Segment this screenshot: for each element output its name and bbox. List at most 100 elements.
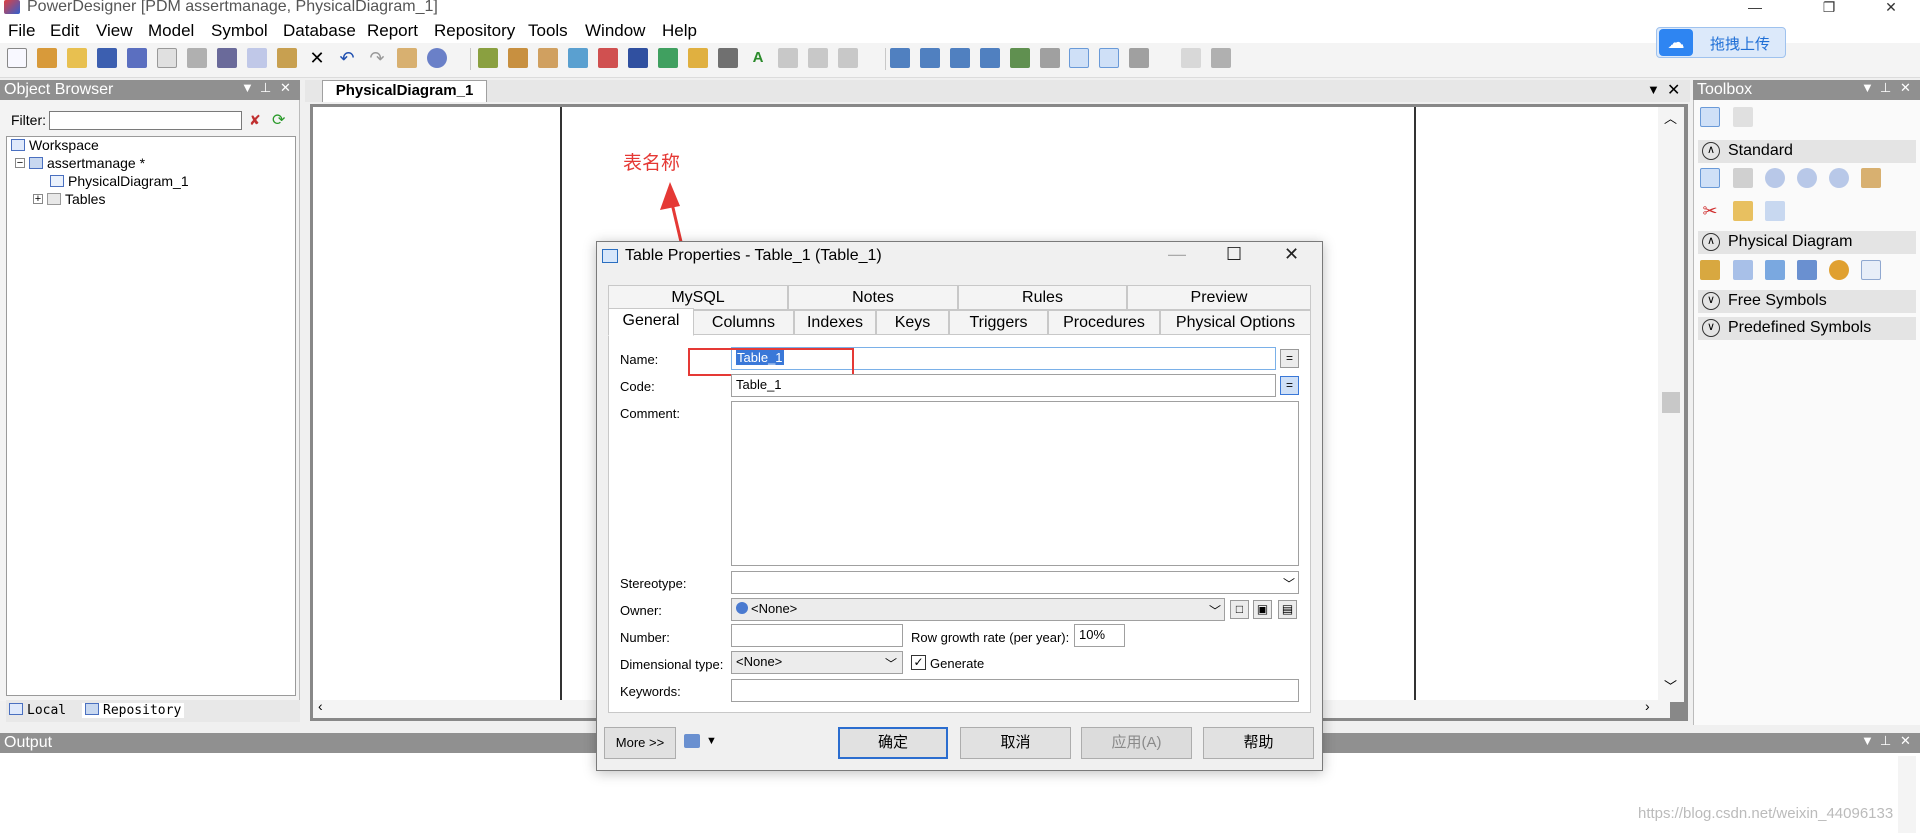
menu-report[interactable]: Report [367,21,418,41]
layout4-icon[interactable] [980,48,1000,68]
generate-icon[interactable] [598,48,618,68]
reference-tool-icon[interactable] [1797,260,1817,280]
print-icon[interactable] [187,48,207,68]
find-icon[interactable] [427,48,447,68]
properties-icon[interactable] [397,48,417,68]
scroll-down-icon[interactable]: ﹀ [1664,676,1677,695]
pointer-icon[interactable] [1700,168,1720,188]
tree-item-workspace[interactable]: Workspace [11,137,99,153]
menu-edit[interactable]: Edit [50,21,79,41]
table-tool-icon[interactable] [1733,260,1753,280]
pen-icon[interactable] [688,48,708,68]
scroll-right-icon[interactable]: › [1645,698,1650,714]
scroll-up-icon[interactable]: ︿ [1664,108,1677,127]
tab-keys[interactable]: Keys [876,310,949,335]
menu-help[interactable]: Help [662,21,697,41]
tab-rules[interactable]: Rules [958,285,1127,310]
help-button[interactable]: 帮助 [1203,727,1314,759]
toolbox-section-free-symbols[interactable]: ∨ Free Symbols [1698,290,1916,313]
link-tool-icon[interactable] [1765,201,1785,221]
shape-icon[interactable] [628,48,648,68]
menu-file[interactable]: File [8,21,35,41]
expand-icon[interactable]: + [33,194,43,205]
tab-triggers[interactable]: Triggers [949,310,1048,335]
layout3-icon[interactable] [950,48,970,68]
tab-physical-diagram[interactable]: PhysicalDiagram_1 [322,80,487,102]
menu-database[interactable]: Database [283,21,356,41]
clear-filter-icon[interactable]: ✘ [249,112,261,129]
tab-general[interactable]: General [608,308,694,336]
layout5-icon[interactable] [1010,48,1030,68]
code-input[interactable]: Table_1 [731,374,1276,397]
tab-mysql[interactable]: MySQL [608,285,788,310]
zoom-in-icon[interactable] [1765,168,1785,188]
font-icon[interactable]: A [748,48,768,68]
grabber-icon[interactable] [1733,168,1753,188]
align-icon[interactable] [778,48,798,68]
name-code-sync-button[interactable]: = [1280,349,1299,368]
keywords-input[interactable] [731,679,1299,702]
owner-properties-icon[interactable]: ▣ [1253,600,1272,619]
tab-notes[interactable]: Notes [788,285,958,310]
chevron-down-icon[interactable]: ▼ [706,735,717,747]
chevron-down-icon[interactable]: ﹀ [1209,602,1221,619]
maximize-dialog-icon[interactable]: ☐ [1226,244,1242,265]
more-button[interactable]: More >> [604,727,676,759]
menu-window[interactable]: Window [585,21,645,41]
filter-input[interactable] [49,111,242,130]
code-sync-button[interactable]: = [1280,376,1299,395]
tree-item-model[interactable]: assertmanage * [29,155,145,171]
number-input[interactable] [731,624,903,647]
close-window-button[interactable]: ✕ [1868,0,1914,18]
zoom-doc-icon[interactable] [1181,48,1201,68]
new-icon[interactable] [7,48,27,68]
print-diagram-icon[interactable] [1211,48,1231,68]
cut-icon[interactable] [217,48,237,68]
menu-view[interactable]: View [96,21,133,41]
model-icon[interactable] [478,48,498,68]
grid-view-icon[interactable] [1700,107,1720,127]
back-icon[interactable] [808,48,828,68]
toolbox-section-physical-diagram[interactable]: ∧ Physical Diagram [1698,231,1916,254]
close-icon[interactable]: ✕ [280,80,291,96]
toggle-comment-icon[interactable] [1099,48,1119,68]
refresh-filter-icon[interactable]: ⟳ [272,110,285,130]
chevron-down-icon[interactable]: ﹀ [1283,575,1295,592]
close-icon[interactable]: ✕ [1900,80,1911,96]
undo-icon[interactable]: ↶ [337,48,357,68]
format-painter-icon[interactable] [718,48,738,68]
tab-columns[interactable]: Columns [693,310,794,335]
check-model-icon[interactable] [538,48,558,68]
menu-repository[interactable]: Repository [434,21,515,41]
text-tool-icon[interactable] [658,48,678,68]
ok-button[interactable]: 确定 [838,727,948,759]
print-preview-icon[interactable] [157,48,177,68]
toggle-grid-icon[interactable] [1129,48,1149,68]
tree-item-diagram[interactable]: PhysicalDiagram_1 [50,173,189,189]
tab-repository[interactable]: Repository [82,703,185,718]
delete-icon[interactable]: ✕ [307,48,327,68]
output-scrollbar[interactable] [1898,756,1916,833]
close-diagram-icon[interactable]: ✕ [1667,80,1680,100]
package-tool-icon[interactable] [1700,260,1720,280]
zoom-out-icon[interactable] [1797,168,1817,188]
select-owner-icon[interactable]: ▤ [1278,600,1297,619]
dropdown-icon[interactable]: ▼ [241,80,254,95]
chevron-down-icon[interactable]: ﹀ [885,655,897,672]
dropdown-icon[interactable]: ▼ [1861,80,1874,95]
menu-symbol[interactable]: Symbol [211,21,268,41]
tab-physical-options[interactable]: Physical Options [1160,310,1311,335]
restore-button[interactable]: ❐ [1806,0,1852,18]
pin-icon[interactable]: ⊥ [260,80,271,96]
toolbox-section-standard[interactable]: ∧ Standard [1698,140,1916,163]
tab-list-icon[interactable]: ▼ [1647,82,1660,97]
refresh-icon[interactable] [568,48,588,68]
open-package-icon[interactable] [1861,168,1881,188]
dimensional-type-select[interactable]: <None> [731,651,903,674]
tab-procedures[interactable]: Procedures [1048,310,1160,335]
comment-textarea[interactable] [731,401,1299,566]
owner-select[interactable]: <None> [731,598,1225,621]
toggle-view-icon[interactable] [1069,48,1089,68]
save-icon[interactable] [97,48,117,68]
layout6-icon[interactable] [1040,48,1060,68]
